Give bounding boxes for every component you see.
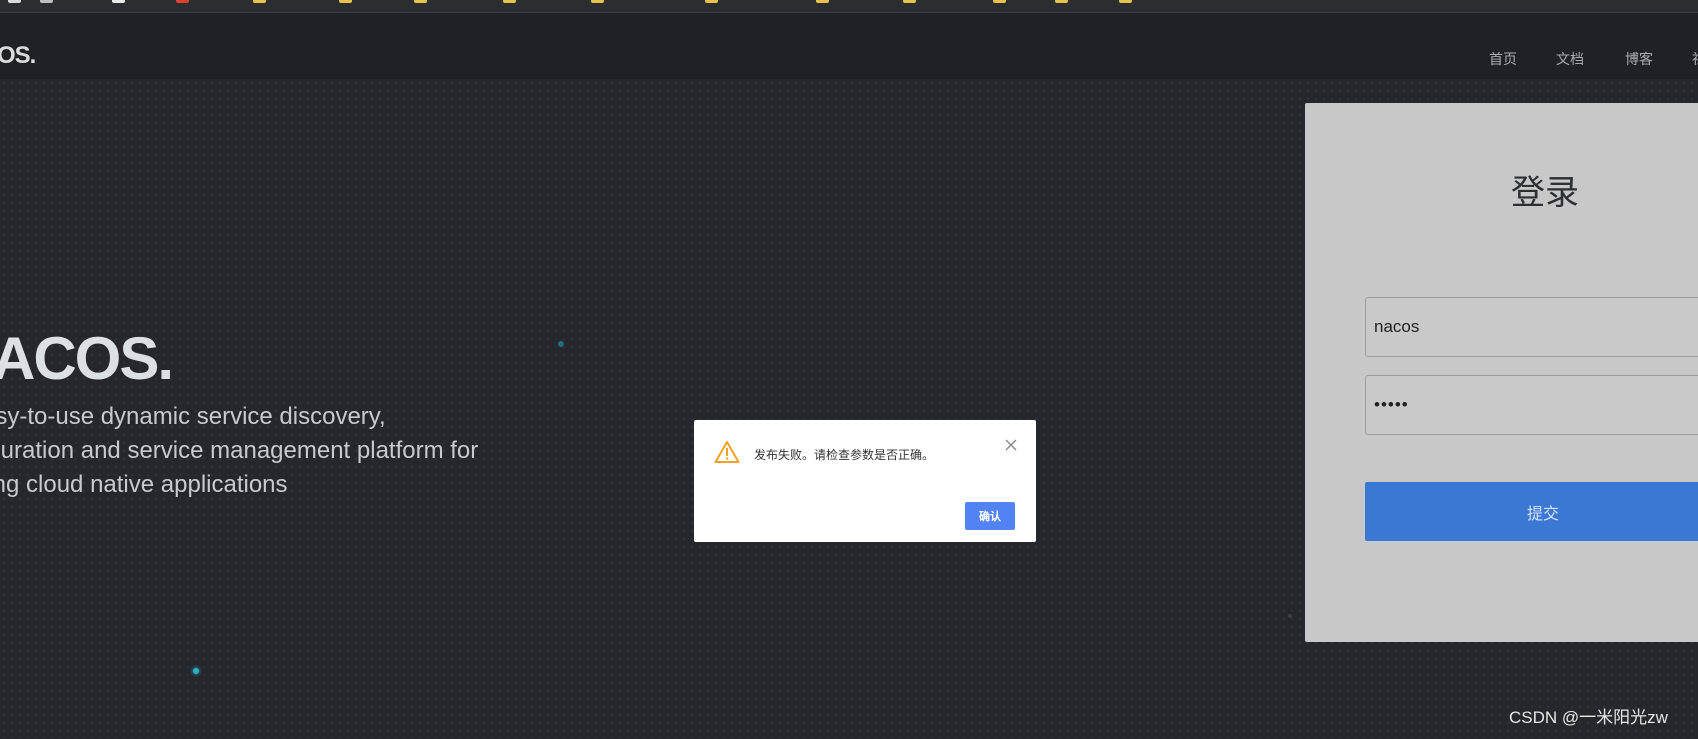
bookmark-icon[interactable] [339,0,352,3]
bookmark-icon[interactable] [112,0,125,3]
nav-link-blog[interactable]: 博客 [1625,50,1653,68]
dialog-message: 发布失败。请检查参数是否正确。 [754,448,935,462]
nav-logo-text: OS. [0,42,36,69]
warning-icon [714,441,740,463]
login-card [1305,103,1698,642]
bookmark-icon[interactable] [1055,0,1068,3]
top-navbar: OS. 首页 文档 博客 社 [0,13,1698,79]
bookmark-icon[interactable] [816,0,829,3]
tagline-line: asy-to-use dynamic service discovery, [0,403,386,430]
tagline-line: iguration and service management platfor… [0,437,479,464]
decorative-dot [558,341,564,347]
decorative-dot [1288,614,1292,618]
decorative-dot [193,668,199,674]
error-dialog: 发布失败。请检查参数是否正确。 确认 [694,420,1036,542]
username-input[interactable] [1365,297,1698,357]
confirm-button[interactable]: 确认 [965,502,1015,530]
watermark: CSDN @一米阳光zw [1509,708,1668,727]
password-input[interactable] [1365,375,1698,435]
bookmark-icon[interactable] [414,0,427,3]
bookmark-icon[interactable] [705,0,718,3]
bookmark-icon[interactable] [503,0,516,3]
nav-logo[interactable]: OS. [0,41,36,71]
bookmark-icon[interactable] [253,0,266,3]
login-title: 登录 [1511,174,1579,212]
bookmark-icon[interactable] [1119,0,1132,3]
bookmarks-bar [0,0,1698,13]
nav-link-docs[interactable]: 文档 [1556,50,1584,68]
bookmark-icon[interactable] [591,0,604,3]
brand-logo: ACOS. [0,325,174,392]
tagline-line: ling cloud native applications [0,471,288,498]
submit-button[interactable]: 提交 [1365,482,1698,541]
nav-link-home[interactable]: 首页 [1489,50,1517,68]
hero-tagline: asy-to-use dynamic service discovery, ig… [0,400,542,502]
nav-link-community[interactable]: 社 [1692,50,1698,68]
bookmark-icon[interactable] [993,0,1006,3]
bookmark-icon[interactable] [40,0,53,3]
bookmark-icon[interactable] [8,0,21,3]
close-icon[interactable] [1004,438,1018,452]
bookmark-icon[interactable] [176,0,189,3]
bookmark-icon[interactable] [903,0,916,3]
